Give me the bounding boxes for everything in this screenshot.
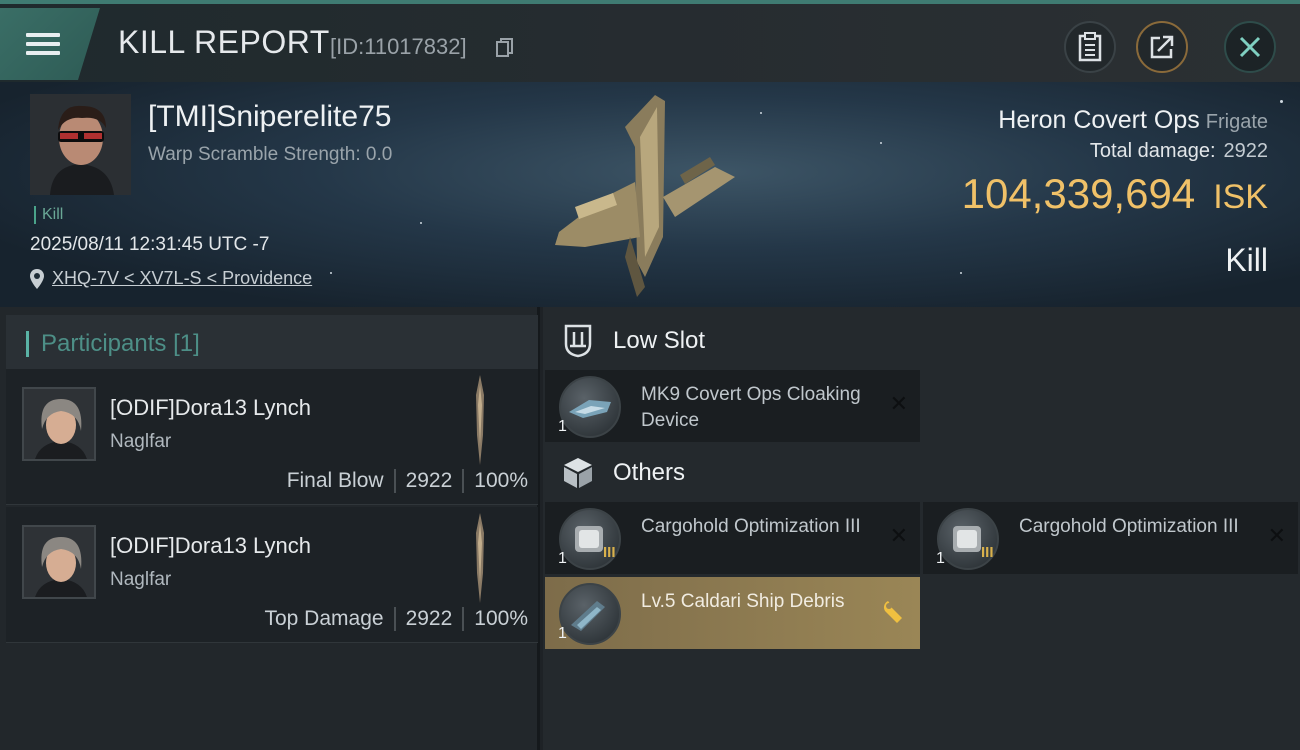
location-link[interactable]: XHQ-7V < XV7L-S < Providence: [52, 268, 312, 289]
tech-tier-badge: III: [981, 544, 994, 561]
fitting-panel: Low Slot 1 MK9 Covert Ops Cloaking Devic…: [543, 307, 1300, 750]
page-title: KILL REPORT: [118, 24, 330, 60]
participants-panel: Participants [1] [ODIF]Dora13 Lynch Nagl…: [0, 307, 540, 750]
kill-tag: Kill: [34, 206, 63, 224]
participant-avatar[interactable]: [22, 387, 96, 461]
module-quantity: 1: [558, 550, 567, 567]
kill-location[interactable]: XHQ-7V < XV7L-S < Providence: [30, 268, 312, 289]
total-damage: Total damage: 2922: [1090, 140, 1268, 163]
close-button[interactable]: [1224, 21, 1276, 73]
participant-ship: Naglfar: [110, 431, 172, 452]
kill-timestamp: 2025/08/11 12:31:45 UTC -7: [30, 234, 270, 255]
participant-ship-icon: [476, 375, 484, 465]
participant-name[interactable]: [ODIF]Dora13 Lynch: [110, 533, 311, 559]
participant-avatar[interactable]: [22, 525, 96, 599]
victim-pilot-name[interactable]: [TMI]Sniperelite75: [148, 100, 391, 134]
ship-name-text: Heron Covert Ops: [998, 106, 1200, 134]
participant-damage: 2922: [405, 469, 453, 492]
cloaking-device-icon: [559, 376, 621, 438]
low-slot-icon: [561, 324, 595, 358]
divider: [462, 469, 465, 493]
participant-stats: Final Blow 2922 100%: [287, 469, 528, 493]
isk-value: 104,339,694 ISK: [962, 170, 1268, 218]
participant-row[interactable]: [ODIF]Dora13 Lynch Naglfar Top Damage 29…: [6, 507, 538, 643]
tech-tier-badge: III: [603, 544, 616, 561]
x-icon: ✕: [1267, 524, 1286, 549]
total-damage-label: Total damage:: [1089, 140, 1216, 162]
module-name: Cargohold Optimization III: [641, 516, 861, 537]
module-name: Lv.5 Caldari Ship Debris: [641, 591, 845, 612]
cube-icon: [561, 456, 595, 490]
participant-row[interactable]: [ODIF]Dora13 Lynch Naglfar Final Blow 29…: [6, 369, 538, 505]
participant-ship: Naglfar: [110, 569, 172, 590]
module-item[interactable]: 1 Lv.5 Caldari Ship Debris: [545, 577, 920, 649]
module-name: Cargohold Optimization III: [1019, 516, 1239, 537]
participant-role: Final Blow: [286, 469, 384, 492]
module-item[interactable]: 1 III Cargohold Optimization III ✕: [545, 502, 920, 574]
ship-class: Frigate: [1205, 111, 1268, 133]
hamburger-menu-icon: [26, 28, 60, 60]
divider: [393, 469, 396, 493]
isk-unit: ISK: [1213, 178, 1268, 216]
module-quantity: 1: [558, 625, 567, 642]
low-slot-header: Low Slot: [543, 311, 1300, 371]
share-icon: [1150, 35, 1174, 59]
ship-debris-icon: [559, 583, 621, 645]
report-id: [ID:11017832]: [330, 34, 467, 59]
close-icon: [1239, 36, 1261, 58]
participant-stats: Top Damage 2922 100%: [264, 607, 528, 631]
module-item[interactable]: 1 MK9 Covert Ops Cloaking Device ✕: [545, 370, 920, 442]
participants-header: Participants [1]: [6, 315, 538, 373]
clipboard-icon: [1078, 32, 1102, 62]
x-icon: ✕: [889, 392, 908, 417]
victim-avatar[interactable]: [30, 94, 131, 195]
location-pin-icon: [30, 268, 44, 289]
clipboard-button[interactable]: [1064, 21, 1116, 73]
module-item[interactable]: 1 III Cargohold Optimization III ✕: [923, 502, 1298, 574]
participant-role: Top Damage: [264, 607, 384, 630]
menu-button[interactable]: [0, 8, 100, 80]
isk-amount: 104,339,694: [961, 170, 1196, 217]
victim-ship-name[interactable]: Heron Covert Ops Frigate: [998, 106, 1268, 135]
participants-count: [1]: [173, 330, 200, 357]
module-quantity: 1: [558, 418, 567, 435]
module-quantity: 1: [936, 550, 945, 567]
participant-percent: 100%: [474, 469, 528, 492]
victim-summary: [TMI]Sniperelite75 Warp Scramble Strengt…: [0, 82, 1300, 307]
others-header: Others: [543, 443, 1300, 503]
low-slot-label: Low Slot: [613, 327, 706, 354]
participant-damage: 2922: [405, 607, 453, 630]
others-label: Others: [613, 459, 686, 486]
x-icon: ✕: [889, 524, 908, 549]
participant-percent: 100%: [474, 607, 528, 630]
wrench-icon[interactable]: [882, 599, 908, 625]
participant-name[interactable]: [ODIF]Dora13 Lynch: [110, 395, 311, 421]
warp-scramble-strength: Warp Scramble Strength: 0.0: [148, 144, 393, 165]
module-name: MK9 Covert Ops Cloaking Device: [641, 384, 861, 431]
victim-ship-image: [555, 95, 735, 297]
kill-result: Kill: [1225, 242, 1268, 278]
share-button[interactable]: [1136, 21, 1188, 73]
participants-label: Participants: [41, 330, 167, 357]
divider: [462, 607, 465, 631]
copy-icon[interactable]: [496, 38, 514, 58]
participant-ship-icon: [476, 513, 484, 603]
header-accent-bar: [26, 331, 29, 357]
top-bar: KILL REPORT [ID:11017832]: [0, 0, 1300, 82]
total-damage-value: 2922: [1223, 140, 1269, 162]
divider: [393, 607, 396, 631]
